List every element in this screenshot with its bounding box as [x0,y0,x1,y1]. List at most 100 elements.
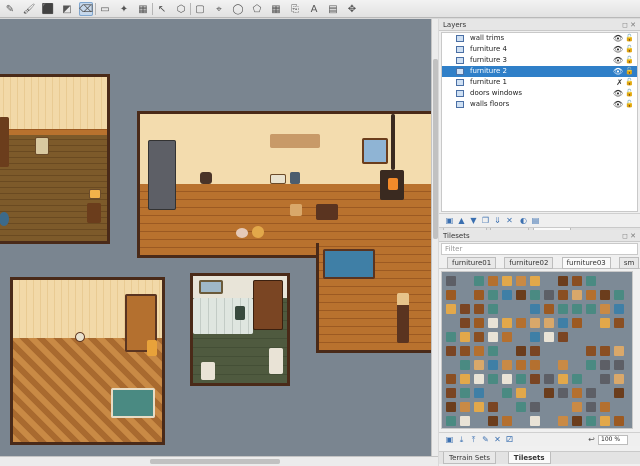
layer-row[interactable]: furniture 1 ✗ 🔓 [442,77,637,88]
tile-swatch[interactable] [516,402,526,412]
tile-swatch[interactable] [446,374,456,384]
eye-hidden-icon[interactable]: ✗ [616,77,623,88]
tile-swatch[interactable] [586,360,596,370]
tile-swatch[interactable] [600,304,610,314]
shape-fill-tool-icon[interactable]: ◩ [60,2,74,16]
layer-row[interactable]: furniture 2 👁 🔓 [442,66,637,77]
tile-swatch[interactable] [446,304,456,314]
tile-swatch[interactable] [460,304,470,314]
tile-swatch[interactable] [586,290,596,300]
tile-swatch[interactable] [460,318,470,328]
map-canvas[interactable] [0,19,431,456]
tile-swatch[interactable] [474,318,484,328]
tile-swatch[interactable] [460,346,470,356]
stamp-brush-tool-icon[interactable]: ✎ [3,2,17,16]
tile-swatch[interactable] [614,416,624,426]
magic-wand-tool-icon[interactable]: ✦ [117,2,131,16]
tile-swatch[interactable] [474,402,484,412]
tile-swatch[interactable] [530,360,540,370]
insert-tile-tool-icon[interactable]: ▦ [269,2,283,16]
tile-swatch[interactable] [600,374,610,384]
eye-icon[interactable]: 👁 [613,66,623,77]
tile-swatch[interactable] [446,402,456,412]
eye-icon[interactable]: 👁 [613,55,623,66]
insert-rectangle-tool-icon[interactable]: ▢ [193,2,207,16]
fill-layer-tool-icon[interactable]: ▤ [326,2,340,16]
tile-swatch[interactable] [558,360,568,370]
tile-swatch[interactable] [516,346,526,356]
tile-swatch[interactable] [474,374,484,384]
tile-swatch[interactable] [572,318,582,328]
tile-swatch[interactable] [572,388,582,398]
tile-swatch[interactable] [544,388,554,398]
tile-swatch[interactable] [600,402,610,412]
tile-swatch[interactable] [488,346,498,356]
tile-swatch[interactable] [614,360,624,370]
tab-tilesets[interactable]: Tilesets [507,452,551,464]
tile-swatch[interactable] [474,290,484,300]
tile-swatch[interactable] [614,388,624,398]
insert-polygon-tool-icon[interactable]: ⬠ [250,2,264,16]
layer-row[interactable]: furniture 3 👁 🔓 [442,55,637,66]
tile-swatch[interactable] [516,276,526,286]
tile-swatch[interactable] [558,304,568,314]
tile-swatch[interactable] [474,276,484,286]
tile-swatch[interactable] [586,416,596,426]
lock-layer-icon[interactable]: ▤ [531,216,540,225]
lock-icon[interactable]: 🔓 [625,66,634,77]
tile-swatch[interactable] [502,360,512,370]
tile-swatch[interactable] [530,304,540,314]
edit-polygons-tool-icon[interactable]: ⬡ [174,2,188,16]
tile-swatch[interactable] [474,304,484,314]
layer-row[interactable]: doors windows 👁 🔓 [442,88,637,99]
tile-swatch[interactable] [558,332,568,342]
tile-swatch[interactable] [614,290,624,300]
tile-swatch[interactable] [586,388,596,398]
layer-row[interactable]: furniture 4 👁 🔓 [442,44,637,55]
tile-swatch[interactable] [502,388,512,398]
tileset-tab[interactable]: furniture03 [561,257,611,269]
select-objects-tool-icon[interactable]: ↖ [155,2,169,16]
tile-swatch[interactable] [600,346,610,356]
tile-swatch[interactable] [502,276,512,286]
embed-tileset-icon[interactable]: ⤓ [457,435,466,444]
tile-swatch[interactable] [544,332,554,342]
tileset-filter-input[interactable]: Filter [441,243,638,255]
eye-icon[interactable]: 👁 [613,88,623,99]
select-same-tile-tool-icon[interactable]: ▦ [136,2,150,16]
tile-swatch[interactable] [600,360,610,370]
tile-swatch[interactable] [502,290,512,300]
tile-swatch[interactable] [446,290,456,300]
tile-swatch[interactable] [488,374,498,384]
tileset-tab[interactable]: furniture01 [447,257,497,269]
canvas-vertical-scrollbar[interactable] [431,19,438,456]
tile-swatch[interactable] [488,416,498,426]
remove-tileset-icon[interactable]: ✕ [493,435,502,444]
tile-swatch[interactable] [586,402,596,412]
tile-swatch[interactable] [488,360,498,370]
tile-swatch[interactable] [614,304,624,314]
tile-swatch[interactable] [600,318,610,328]
panel-float-close-icon[interactable]: ◻ ✕ [622,19,636,31]
tile-swatch[interactable] [586,346,596,356]
tileset-tab[interactable]: furniture02 [504,257,554,269]
tile-swatch[interactable] [516,318,526,328]
merge-layer-icon[interactable]: ⇓ [493,216,502,225]
lock-icon[interactable]: 🔓 [625,55,634,66]
tile-swatch[interactable] [600,290,610,300]
tile-swatch[interactable] [544,304,554,314]
tile-swatch[interactable] [544,290,554,300]
new-tileset-icon[interactable]: ▣ [445,435,454,444]
tile-swatch[interactable] [474,360,484,370]
new-layer-icon[interactable]: ▣ [445,216,454,225]
tile-swatch[interactable] [530,346,540,356]
tile-swatch[interactable] [474,388,484,398]
tile-swatch[interactable] [488,276,498,286]
layer-row[interactable]: walls floors 👁 🔓 [442,99,637,110]
toggle-visibility-icon[interactable]: ◐ [519,216,528,225]
tile-swatch[interactable] [572,416,582,426]
tile-swatch[interactable] [558,388,568,398]
move-layer-down-icon[interactable]: ▼ [469,216,478,225]
duplicate-layer-icon[interactable]: ❐ [481,216,490,225]
insert-ellipse-tool-icon[interactable]: ◯ [231,2,245,16]
